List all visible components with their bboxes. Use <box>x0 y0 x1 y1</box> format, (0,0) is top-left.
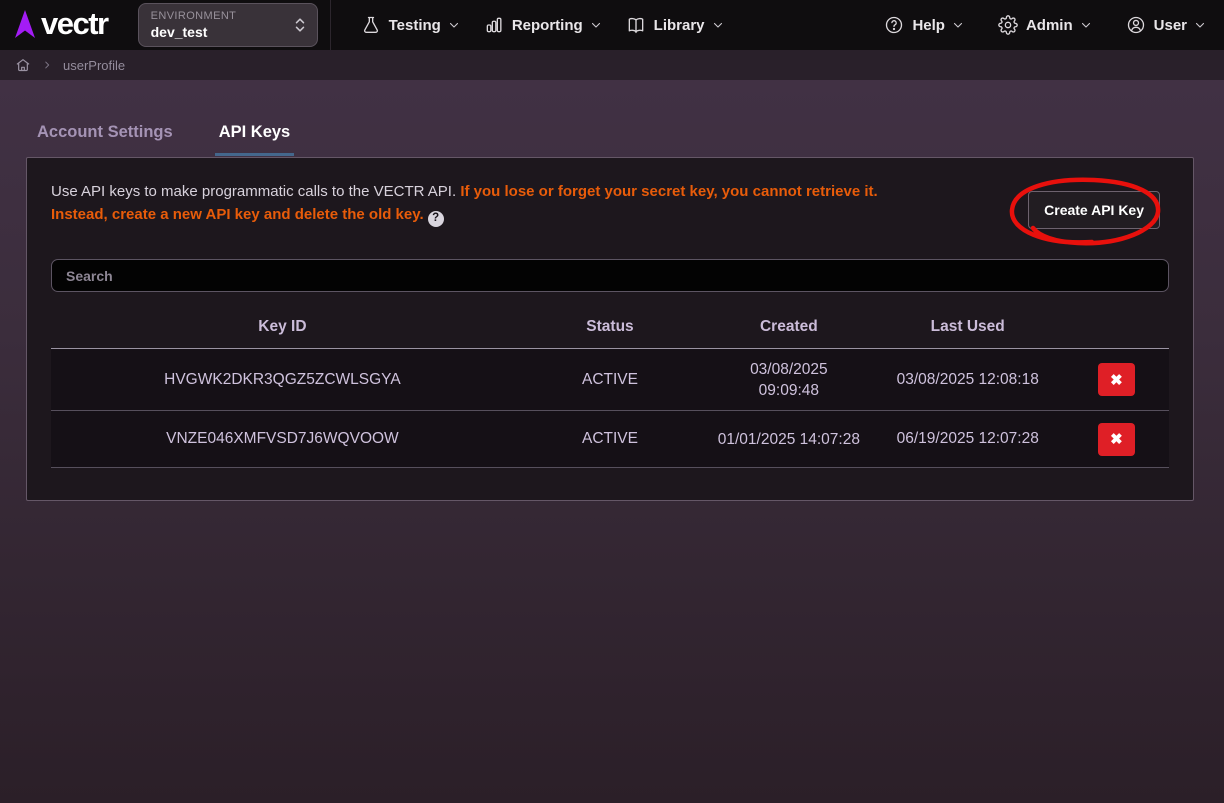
key-id-value: HVGWK2DKR3QGZ5ZCWLSGYA <box>51 371 514 389</box>
environment-value: dev_test <box>151 24 237 40</box>
menu-admin[interactable]: Admin <box>998 15 1092 35</box>
tab-bar: Account Settings API Keys <box>26 80 1194 156</box>
created-value: 03/08/2025 09:09:48 <box>706 359 871 401</box>
chevron-down-icon <box>590 19 602 31</box>
user-circle-icon <box>1126 15 1146 35</box>
api-keys-panel: Use API keys to make programmatic calls … <box>26 157 1194 501</box>
flask-icon <box>361 15 381 35</box>
menu-user[interactable]: User <box>1126 15 1206 35</box>
x-mark-icon: ✖ <box>1110 430 1123 448</box>
chevron-down-icon <box>1194 19 1206 31</box>
menu-reporting-label: Reporting <box>512 17 583 34</box>
environment-label: ENVIRONMENT <box>151 10 237 22</box>
last-used-value: 03/08/2025 12:08:18 <box>872 371 1064 389</box>
main-content: Account Settings API Keys Use API keys t… <box>0 80 1224 803</box>
column-header-last-used: Last Used <box>872 318 1064 336</box>
breadcrumb-page: userProfile <box>63 58 125 73</box>
menu-testing-label: Testing <box>389 17 441 34</box>
last-used-value: 06/19/2025 12:07:28 <box>872 430 1064 448</box>
navbar-right: Help Admin User <box>850 15 1206 35</box>
vectr-arrow-icon <box>12 9 38 41</box>
navbar-divider <box>330 0 331 50</box>
brand-name: vectr <box>41 8 108 43</box>
chevron-down-icon <box>712 19 724 31</box>
description-text: Use API keys to make programmatic calls … <box>51 183 460 200</box>
top-navbar: vectr ENVIRONMENT dev_test Testing Repor… <box>0 0 1224 50</box>
delete-key-button[interactable]: ✖ <box>1098 363 1135 396</box>
column-header-key-id: Key ID <box>51 318 514 336</box>
search-input[interactable] <box>51 259 1169 292</box>
api-keys-description: Use API keys to make programmatic calls … <box>51 180 891 227</box>
key-id-value: VNZE046XMFVSD7J6WQVOOW <box>51 430 514 448</box>
status-value: ACTIVE <box>514 430 706 448</box>
menu-user-label: User <box>1154 17 1187 34</box>
chevron-right-icon <box>42 60 52 70</box>
menu-library-label: Library <box>654 17 705 34</box>
table-header-row: Key ID Status Created Last Used <box>51 308 1169 349</box>
panel-header: Use API keys to make programmatic calls … <box>51 180 1169 229</box>
tab-account-settings[interactable]: Account Settings <box>33 123 177 156</box>
chevron-down-icon <box>1080 19 1092 31</box>
menu-help[interactable]: Help <box>884 15 964 35</box>
environment-selector[interactable]: ENVIRONMENT dev_test <box>138 3 318 47</box>
tab-api-keys[interactable]: API Keys <box>215 123 295 156</box>
help-circle-icon <box>884 15 904 35</box>
menu-library[interactable]: Library <box>626 15 724 35</box>
table-row: HVGWK2DKR3QGZ5ZCWLSGYA ACTIVE 03/08/2025… <box>51 349 1169 411</box>
column-header-status: Status <box>514 318 706 336</box>
bar-chart-icon <box>484 15 504 35</box>
x-mark-icon: ✖ <box>1110 371 1123 389</box>
chevron-down-icon <box>952 19 964 31</box>
menu-testing[interactable]: Testing <box>361 15 460 35</box>
book-icon <box>626 15 646 35</box>
status-value: ACTIVE <box>514 371 706 389</box>
home-icon[interactable] <box>15 57 31 73</box>
menu-admin-label: Admin <box>1026 17 1073 34</box>
chevron-down-icon <box>448 19 460 31</box>
up-down-chevrons-icon <box>293 15 307 35</box>
question-mark-icon[interactable]: ? <box>428 211 444 227</box>
created-value: 01/01/2025 14:07:28 <box>706 429 871 450</box>
create-api-key-button[interactable]: Create API Key <box>1028 191 1160 229</box>
breadcrumb: userProfile <box>0 50 1224 80</box>
table-row: VNZE046XMFVSD7J6WQVOOW ACTIVE 01/01/2025… <box>51 411 1169 468</box>
menu-help-label: Help <box>912 17 945 34</box>
create-api-key-area: Create API Key <box>1028 191 1160 229</box>
menu-reporting[interactable]: Reporting <box>484 15 602 35</box>
vectr-logo[interactable]: vectr <box>12 8 108 43</box>
delete-key-button[interactable]: ✖ <box>1098 423 1135 456</box>
gear-icon <box>998 15 1018 35</box>
column-header-created: Created <box>706 316 871 337</box>
api-keys-table: Key ID Status Created Last Used HVGWK2DK… <box>51 308 1169 468</box>
